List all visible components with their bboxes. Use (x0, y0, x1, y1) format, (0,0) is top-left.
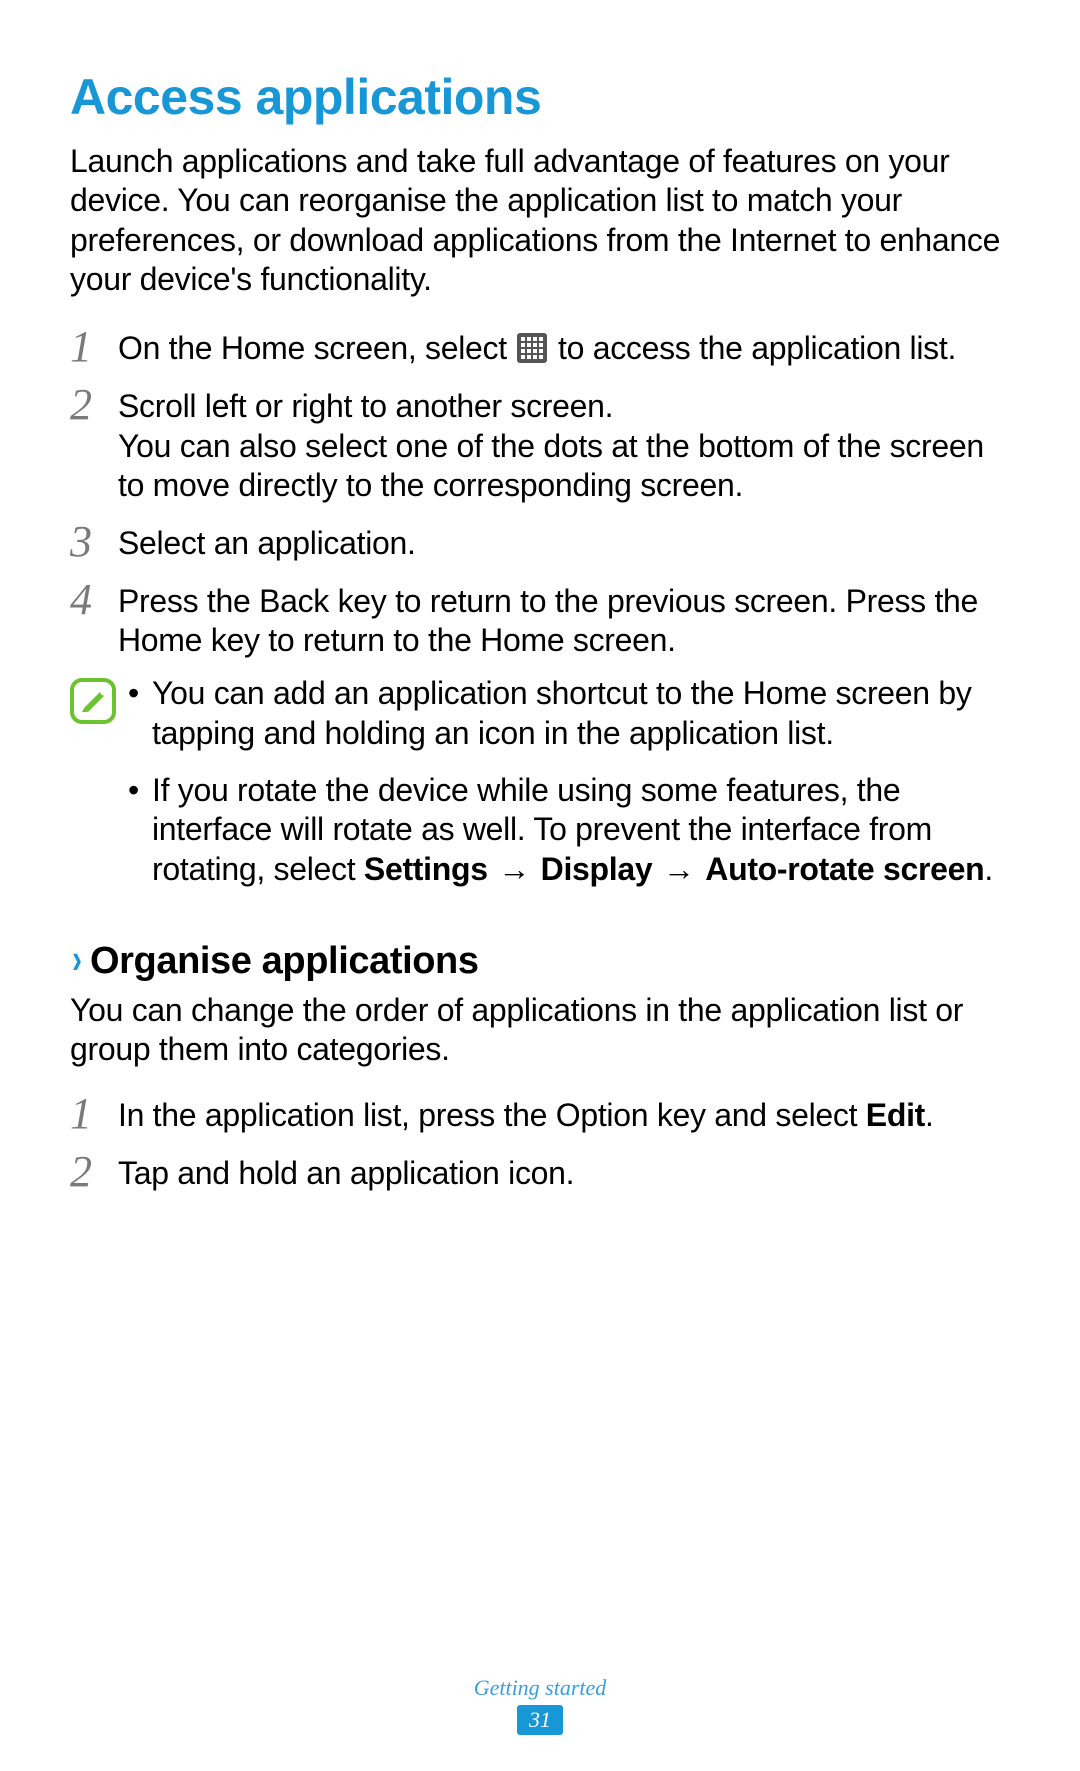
step-2: 2 Scroll left or right to another screen… (70, 383, 1010, 505)
step-text-part: You can also select one of the dots at t… (118, 428, 984, 503)
step-text: Scroll left or right to another screen. … (118, 383, 1010, 505)
step-number: 2 (70, 1150, 104, 1194)
note-block: You can add an application shortcut to t… (70, 674, 1010, 907)
subheading-row: › Organise applications (70, 935, 1010, 983)
arrow-icon: → (490, 851, 539, 887)
step-text-part: Scroll left or right to another screen. (118, 388, 613, 424)
step-text: In the application list, press the Optio… (118, 1092, 1010, 1135)
step-text-part: On the Home screen, select (118, 330, 515, 366)
sub-step-1: 1 In the application list, press the Opt… (70, 1092, 1010, 1136)
sub-step-2: 2 Tap and hold an application icon. (70, 1150, 1010, 1194)
step-text: Press the Back key to return to the prev… (118, 578, 1010, 661)
note-bullet-1: You can add an application shortcut to t… (128, 674, 1010, 753)
sub-intro: You can change the order of applications… (70, 991, 1010, 1070)
note-bold: Display (541, 851, 653, 887)
note-bullet-2: If you rotate the device while using som… (128, 771, 1010, 889)
page-number-badge: 31 (517, 1705, 563, 1735)
step-text-part: In the application list, press the Optio… (118, 1097, 866, 1133)
step-text: Select an application. (118, 520, 1010, 563)
step-number: 1 (70, 325, 104, 369)
footer-section-label: Getting started (0, 1675, 1080, 1701)
step-number: 4 (70, 578, 104, 622)
step-1: 1 On the Home screen, select to access t… (70, 325, 1010, 369)
step-text: On the Home screen, select to access the… (118, 325, 1010, 368)
note-icon (70, 711, 116, 728)
chevron-icon: › (72, 935, 82, 983)
arrow-icon: → (654, 851, 703, 887)
apps-grid-icon (517, 333, 547, 363)
step-bold: Edit (866, 1097, 925, 1133)
intro-paragraph: Launch applications and take full advant… (70, 142, 1010, 299)
note-bold: Settings (364, 851, 488, 887)
page-title: Access applications (70, 68, 1010, 126)
step-number: 2 (70, 383, 104, 427)
step-number: 1 (70, 1092, 104, 1136)
subheading-title: Organise applications (90, 940, 479, 983)
step-text-part: to access the application list. (549, 330, 956, 366)
step-3: 3 Select an application. (70, 520, 1010, 564)
step-text: Tap and hold an application icon. (118, 1150, 1010, 1193)
step-4: 4 Press the Back key to return to the pr… (70, 578, 1010, 661)
note-text-part: . (984, 851, 993, 887)
step-text-part: . (925, 1097, 934, 1133)
step-number: 3 (70, 520, 104, 564)
page-footer: Getting started 31 (0, 1675, 1080, 1735)
note-bold: Auto-rotate screen (705, 851, 984, 887)
